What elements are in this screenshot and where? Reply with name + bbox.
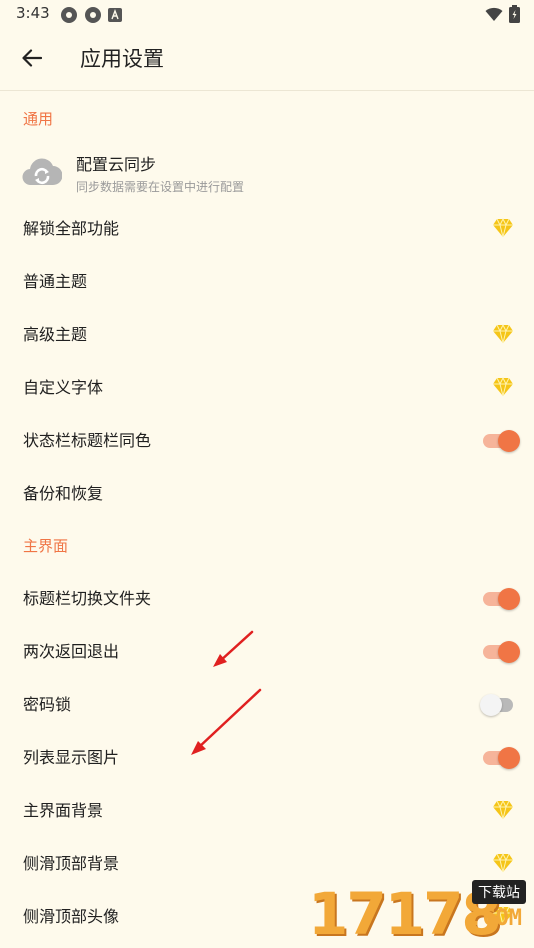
status-time: 3:43 — [16, 4, 50, 22]
status-bar: 3:43 — [0, 0, 534, 28]
settings-item-statusbar-color[interactable]: 状态栏标题栏同色 — [0, 414, 534, 467]
watermark-badge: 下载站 — [472, 880, 526, 904]
status-notification-icons — [60, 6, 122, 24]
app-notification-icon — [85, 7, 101, 23]
settings-item-label: 两次返回退出 — [23, 642, 120, 661]
app-notification-icon — [61, 7, 77, 23]
settings-item-normal-theme[interactable]: 普通主题 — [0, 255, 534, 308]
settings-item-advanced-theme[interactable]: 高级主题 — [0, 308, 534, 361]
diamond-icon — [493, 324, 513, 344]
diamond-icon — [493, 853, 513, 873]
settings-item-label: 状态栏标题栏同色 — [23, 431, 152, 450]
diamond-icon — [493, 218, 513, 238]
cloud-sync-subtitle: 同步数据需要在设置中进行配置 — [76, 180, 245, 194]
settings-item-unlock-all[interactable]: 解锁全部功能 — [0, 202, 534, 255]
cloud-sync-item[interactable]: 配置云同步 同步数据需要在设置中进行配置 — [0, 145, 534, 202]
app-bar: 应用设置 — [0, 28, 534, 91]
settings-item-custom-font[interactable]: 自定义字体 — [0, 361, 534, 414]
statusbar-color-toggle[interactable] — [480, 428, 520, 454]
battery-icon — [509, 5, 520, 23]
settings-item-password-lock[interactable]: 密码锁 — [0, 678, 534, 731]
settings-list: 通用 配置云同步 同步数据需要在设置中进行配置 解锁全部功能 普通主题 高级主题… — [0, 93, 534, 943]
watermark-domain: .COM — [469, 906, 522, 931]
wifi-icon — [485, 7, 503, 21]
titlebar-folder-toggle[interactable] — [480, 586, 520, 612]
settings-item-backup-restore[interactable]: 备份和恢复 — [0, 467, 534, 520]
settings-item-label: 标题栏切换文件夹 — [23, 589, 152, 608]
settings-item-label: 侧滑顶部头像 — [23, 907, 120, 926]
list-show-images-toggle[interactable] — [480, 745, 520, 771]
settings-item-list-show-images[interactable]: 列表显示图片 — [0, 731, 534, 784]
settings-item-label: 备份和恢复 — [23, 484, 104, 503]
diamond-icon — [493, 800, 513, 820]
diamond-icon — [493, 377, 513, 397]
keyboard-a-icon — [108, 8, 122, 22]
settings-item-label: 高级主题 — [23, 325, 88, 344]
settings-item-label: 主界面背景 — [23, 801, 104, 820]
page-title: 应用设置 — [80, 47, 164, 71]
cloud-sync-icon — [22, 155, 63, 189]
settings-item-label: 列表显示图片 — [23, 748, 120, 767]
arrow-back-icon — [22, 49, 42, 67]
status-system-icons — [485, 5, 520, 23]
password-lock-toggle[interactable] — [480, 692, 520, 718]
annotation-arrow — [213, 630, 254, 667]
settings-item-label: 普通主题 — [23, 272, 88, 291]
settings-item-label: 侧滑顶部背景 — [23, 854, 120, 873]
settings-item-label: 密码锁 — [23, 695, 72, 714]
settings-item-label: 解锁全部功能 — [23, 219, 120, 238]
settings-item-main-background[interactable]: 主界面背景 — [0, 784, 534, 837]
settings-item-double-back-exit[interactable]: 两次返回退出 — [0, 625, 534, 678]
double-back-exit-toggle[interactable] — [480, 639, 520, 665]
cloud-sync-title: 配置云同步 — [76, 155, 157, 174]
settings-item-titlebar-folder[interactable]: 标题栏切换文件夹 — [0, 572, 534, 625]
section-header-main-screen: 主界面 — [23, 537, 69, 555]
annotation-arrow — [191, 688, 262, 755]
back-button[interactable] — [16, 42, 48, 74]
site-watermark: 17178 下载站 .COM — [304, 878, 534, 948]
section-header-general: 通用 — [23, 110, 54, 128]
settings-item-label: 自定义字体 — [23, 378, 104, 397]
